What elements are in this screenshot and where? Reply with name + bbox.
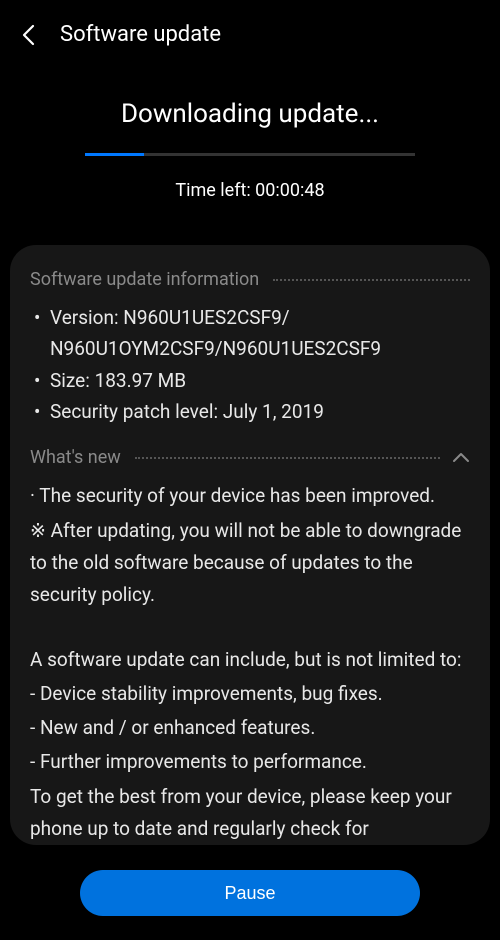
divider-dotted — [135, 457, 440, 459]
info-section-title: Software update information — [30, 269, 259, 290]
progress-fill — [85, 153, 144, 156]
info-section-header: Software update information — [30, 269, 470, 290]
app-header: Software update — [0, 0, 500, 69]
whats-new-line: A software update can include, but is no… — [30, 644, 470, 676]
pause-button[interactable]: Pause — [80, 870, 420, 916]
whats-new-line: To get the best from your device, please… — [30, 781, 470, 845]
whats-new-item: - New and / or enhanced features. — [30, 712, 470, 744]
info-security-patch: Security patch level: July 1, 2019 — [30, 396, 470, 427]
download-status-section: Downloading update... Time left: 00:00:4… — [0, 69, 500, 221]
time-left-label: Time left: 00:00:48 — [20, 180, 480, 201]
whats-new-title: What's new — [30, 447, 121, 468]
whats-new-item: - Further improvements to performance. — [30, 746, 470, 778]
info-list: Version: N960U1UES2CSF9/ N960U1OYM2CSF9/… — [30, 302, 470, 427]
divider-dotted — [273, 279, 470, 281]
progress-bar — [85, 153, 415, 156]
spacer — [30, 614, 470, 642]
whats-new-content: · The security of your device has been i… — [30, 480, 470, 845]
page-title: Software update — [60, 22, 221, 47]
whats-new-header[interactable]: What's new — [30, 447, 470, 468]
info-size: Size: 183.97 MB — [30, 365, 470, 396]
back-icon[interactable] — [18, 25, 38, 45]
download-title: Downloading update... — [20, 99, 480, 129]
whats-new-line: · The security of your device has been i… — [30, 480, 470, 512]
whats-new-item: - Device stability improvements, bug fix… — [30, 678, 470, 710]
whats-new-line: ※ After updating, you will not be able t… — [30, 515, 470, 612]
chevron-up-icon[interactable] — [452, 452, 470, 463]
info-version: Version: N960U1UES2CSF9/ N960U1OYM2CSF9/… — [30, 302, 470, 365]
update-info-card: Software update information Version: N96… — [10, 245, 490, 845]
